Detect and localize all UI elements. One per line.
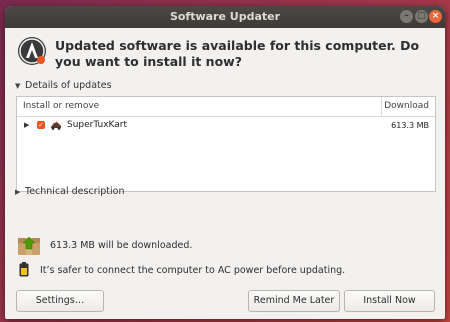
technical-expander[interactable]: ▶ Technical description <box>15 186 124 197</box>
settings-button[interactable]: Settings… <box>16 290 104 312</box>
install-checkbox[interactable]: ✓ <box>37 121 45 129</box>
battery-icon <box>19 262 29 277</box>
collapsed-arrow-icon: ▶ <box>15 188 21 196</box>
details-expander[interactable]: ▼ Details of updates <box>15 80 112 91</box>
list-item[interactable]: ▶ ✓ SuperTuxKart 613.3 MB <box>17 117 435 135</box>
software-updater-icon <box>18 37 46 65</box>
close-button[interactable]: × <box>429 10 442 23</box>
software-updater-window: Software Updater – □ × Updated software … <box>5 6 445 319</box>
minimize-button[interactable]: – <box>400 10 413 23</box>
technical-expander-label: Technical description <box>25 186 125 197</box>
remind-me-later-button[interactable]: Remind Me Later <box>248 290 340 312</box>
details-expander-label: Details of updates <box>25 80 112 91</box>
supertuxkart-icon <box>51 121 61 130</box>
power-notice: It’s safer to connect the computer to AC… <box>40 265 346 276</box>
column-header-download[interactable]: Download <box>384 101 429 111</box>
install-now-button[interactable]: Install Now <box>344 290 435 312</box>
package-size: 613.3 MB <box>391 121 429 130</box>
expand-row-icon[interactable]: ▶ <box>24 121 29 129</box>
updates-list[interactable]: Install or remove Download ▶ ✓ SuperTuxK… <box>16 96 436 192</box>
window-title: Software Updater <box>169 10 281 23</box>
package-name: SuperTuxKart <box>67 120 128 130</box>
download-size-text: 613.3 MB will be downloaded. <box>50 240 193 251</box>
column-header-install[interactable]: Install or remove <box>23 101 99 111</box>
update-headline: Updated software is available for this c… <box>55 38 420 69</box>
maximize-button[interactable]: □ <box>415 10 428 23</box>
list-header: Install or remove Download <box>17 97 435 117</box>
column-separator <box>381 97 382 116</box>
title-bar: Software Updater – □ × <box>5 6 445 28</box>
expanded-arrow-icon: ▼ <box>15 82 21 90</box>
package-download-icon <box>18 236 40 255</box>
